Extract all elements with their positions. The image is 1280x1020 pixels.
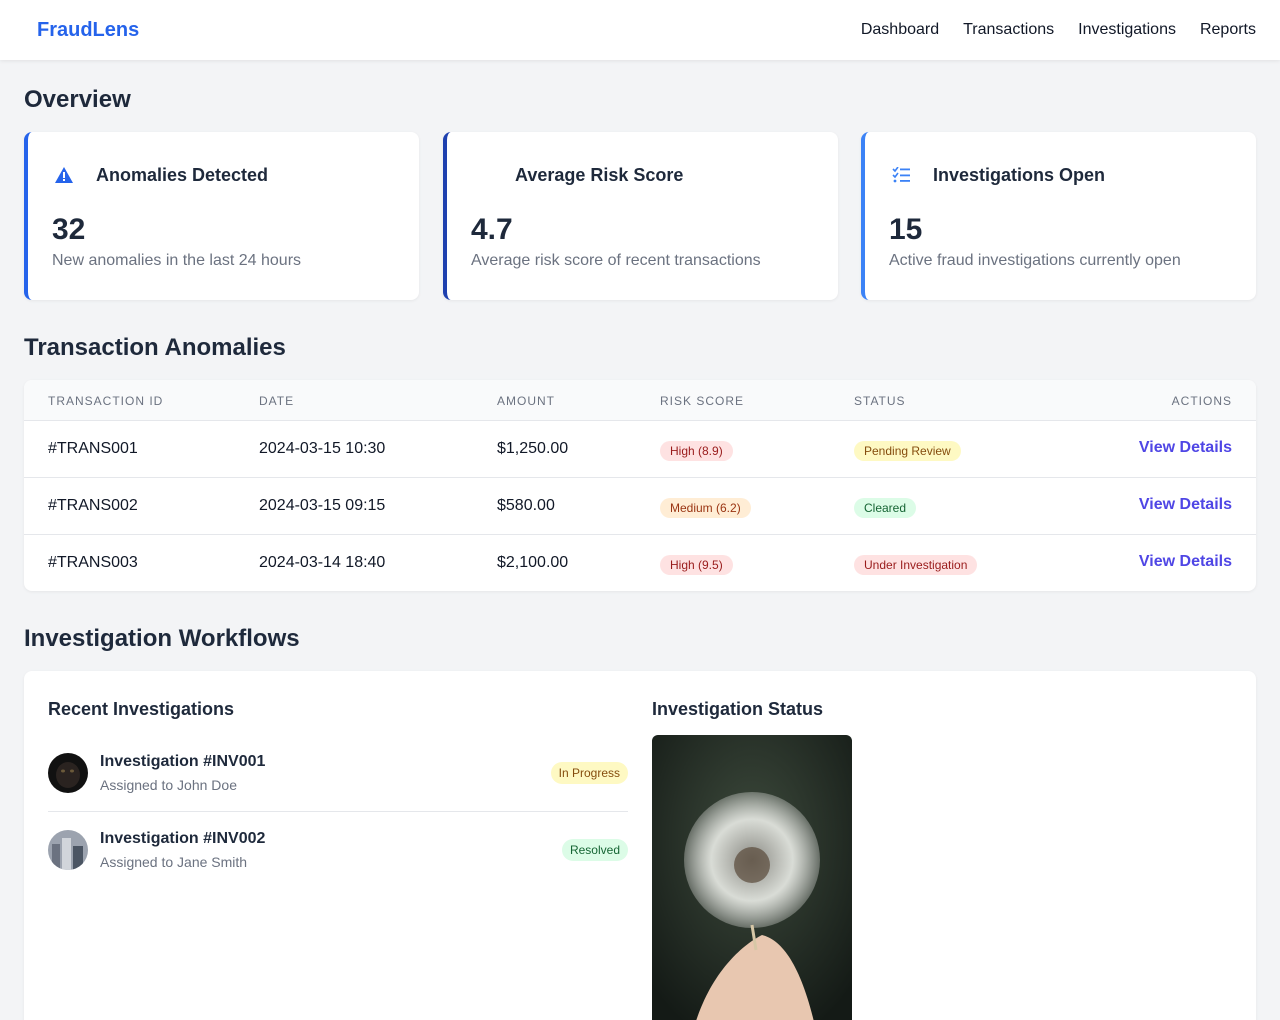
card-description: Average risk score of recent transaction…	[471, 252, 761, 269]
card-anomalies-detected: Anomalies Detected 32 New anomalies in t…	[24, 132, 419, 300]
investigation-status-image	[652, 735, 852, 1020]
table-row: #TRANS002 2024-03-15 09:15 $580.00 Mediu…	[24, 478, 1256, 535]
card-value: 15	[889, 213, 923, 246]
workflows-panel: Recent Investigations Investigation Stat…	[24, 671, 1256, 1020]
brand-logo[interactable]: FraudLens	[37, 19, 139, 42]
investigation-item[interactable]: Investigation #INV001 Assigned to John D…	[48, 748, 628, 825]
risk-badge: High (9.5)	[660, 555, 733, 575]
workflows-title: Investigation Workflows	[24, 625, 300, 652]
investigation-item[interactable]: Investigation #INV002 Assigned to Jane S…	[48, 825, 628, 902]
tasks-icon	[889, 163, 913, 187]
table-header: TRANSACTION ID DATE AMOUNT RISK SCORE ST…	[24, 380, 1256, 421]
recent-investigations-title: Recent Investigations	[48, 699, 235, 719]
table-row: #TRANS003 2024-03-14 18:40 $2,100.00 Hig…	[24, 535, 1256, 591]
transaction-id: #TRANS002	[48, 497, 138, 514]
chart-icon	[471, 163, 495, 187]
transaction-date: 2024-03-15 09:15	[259, 497, 386, 514]
transaction-amount: $580.00	[497, 497, 555, 514]
transaction-date: 2024-03-15 10:30	[259, 440, 386, 457]
table-row: #TRANS001 2024-03-15 10:30 $1,250.00 Hig…	[24, 421, 1256, 478]
main-nav: Dashboard Transactions Investigations Re…	[861, 21, 1256, 39]
view-details-link[interactable]: View Details	[1139, 496, 1232, 514]
col-date: DATE	[259, 394, 295, 408]
risk-badge: High (8.9)	[660, 441, 733, 461]
card-value: 4.7	[471, 213, 513, 246]
col-status: STATUS	[854, 394, 906, 408]
col-amount: AMOUNT	[497, 394, 555, 408]
investigation-name: Investigation #INV001	[100, 753, 266, 770]
card-description: New anomalies in the last 24 hours	[52, 252, 302, 269]
transaction-id: #TRANS001	[48, 440, 138, 457]
status-badge: Under Investigation	[854, 555, 978, 575]
col-transaction-id: TRANSACTION ID	[48, 394, 164, 408]
anomalies-title: Transaction Anomalies	[24, 334, 286, 361]
transaction-date: 2024-03-14 18:40	[259, 554, 386, 571]
view-details-link[interactable]: View Details	[1139, 439, 1232, 457]
nav-investigations[interactable]: Investigations	[1078, 21, 1176, 39]
investigation-assignee: Assigned to Jane Smith	[100, 854, 248, 870]
divider	[48, 811, 628, 812]
avatar	[48, 830, 88, 870]
col-actions: ACTIONS	[1171, 394, 1232, 408]
nav-reports[interactable]: Reports	[1200, 21, 1256, 39]
nav-transactions[interactable]: Transactions	[963, 21, 1054, 39]
transaction-amount: $2,100.00	[497, 554, 569, 571]
view-details-link[interactable]: View Details	[1139, 553, 1232, 571]
col-risk-score: RISK SCORE	[660, 394, 745, 408]
status-badge: Pending Review	[854, 441, 961, 461]
investigation-status-title: Investigation Status	[652, 699, 824, 719]
avatar	[48, 753, 88, 793]
card-title: Investigations Open	[933, 164, 1106, 185]
card-description: Active fraud investigations currently op…	[889, 252, 1181, 269]
transaction-id: #TRANS003	[48, 554, 138, 571]
risk-badge: Medium (6.2)	[660, 498, 751, 518]
card-title: Anomalies Detected	[96, 164, 269, 185]
top-navbar: FraudLens Dashboard Transactions Investi…	[0, 0, 1280, 60]
card-average-risk-score: Average Risk Score 4.7 Average risk scor…	[443, 132, 838, 300]
investigation-status-badge: Resolved	[561, 839, 628, 861]
warning-icon	[52, 163, 76, 187]
transaction-amount: $1,250.00	[497, 440, 569, 457]
investigation-assignee: Assigned to John Doe	[100, 777, 237, 793]
overview-title: Overview	[24, 86, 131, 113]
investigation-name: Investigation #INV002	[100, 830, 266, 847]
card-investigations-open: Investigations Open 15 Active fraud inve…	[861, 132, 1256, 300]
card-value: 32	[52, 213, 86, 246]
card-title: Average Risk Score	[515, 164, 684, 185]
nav-dashboard[interactable]: Dashboard	[861, 21, 939, 39]
status-badge: Cleared	[854, 498, 917, 518]
anomalies-table: TRANSACTION ID DATE AMOUNT RISK SCORE ST…	[24, 380, 1256, 591]
investigation-status-badge: In Progress	[550, 762, 628, 784]
